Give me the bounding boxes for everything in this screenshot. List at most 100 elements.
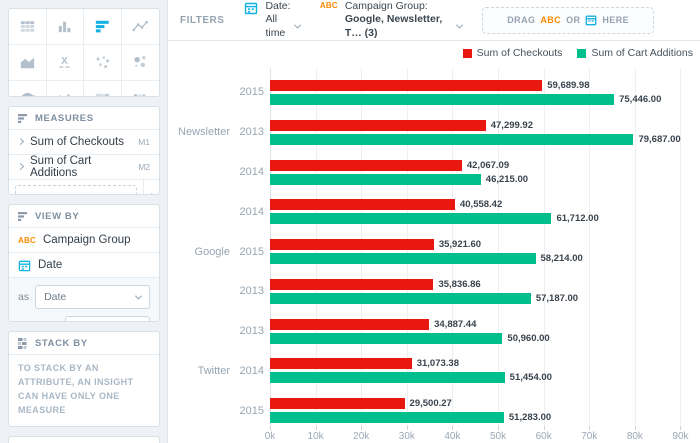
data-label: 51,454.00 [510,372,552,383]
checkouts-bar[interactable] [270,80,542,91]
legend-item-sum-of-checkouts[interactable]: Sum of Checkouts [463,47,563,59]
drop-hint-text: DRAG [507,15,535,25]
table-chart-icon [18,17,37,36]
viz-type-bar-button[interactable] [84,9,122,45]
chevron-right-icon[interactable] [17,138,24,145]
cart-additions-bar[interactable] [270,333,502,344]
view-by-title: VIEW BY [35,211,79,222]
view-by-item-campaign-group[interactable]: ABC Campaign Group [9,227,159,252]
main-area: FILTERS Date: All time ABC Campaign Grou… [168,0,700,443]
group-label: Newsletter [168,108,230,148]
group-label [168,386,230,426]
stack-by-header: STACK BY [9,332,159,354]
row-bars: 40,558.4261,712.00 [270,187,696,227]
measures-dropzone[interactable]: DRAG 123 OR ABC HERE [15,185,137,196]
filters-bar: FILTERS Date: All time ABC Campaign Grou… [168,0,700,41]
view-by-item-date[interactable]: Date [9,252,159,277]
filter-dropzone[interactable]: DRAG ABC OR HERE [482,7,654,34]
bar-chart-icon [18,113,29,124]
measure-tag: M1 [138,137,150,147]
year-label: 2013 [230,267,264,307]
legend-label: Sum of Checkouts [477,47,563,59]
measures-drop-row: DRAG 123 OR ABC HERE + [9,179,159,196]
checkouts-bar[interactable] [270,398,405,409]
bar-line: 35,836.86 [270,279,696,290]
row-bars: 35,836.8657,187.00 [270,267,696,307]
chevron-right-icon[interactable] [17,163,24,170]
checkouts-bar[interactable] [270,120,486,131]
abc-token: ABC [540,15,561,25]
chart-row: 201559,689.9875,446.00 [168,68,696,108]
viz-type-table-button[interactable] [9,9,47,45]
viz-type-line-button[interactable] [122,9,160,45]
cart-additions-bar[interactable] [270,174,481,185]
x-tick-mark [361,426,362,430]
campaign-group-filter[interactable]: ABC Campaign Group: Google, Newsletter, … [320,0,462,40]
selected-value: Date [44,291,66,303]
bar-chart: Sum of Checkouts Sum of Cart Additions 2… [168,41,700,443]
view-by-panel: VIEW BY ABC Campaign Group Date as Date [8,204,160,322]
measure-label: Sum of Checkouts [30,136,124,148]
date-dimension-select[interactable]: Date [35,285,150,309]
analytical-designer: X MEASURES Sum of Checkouts M1 Sum of Ca… [0,0,700,443]
measure-item-sum-of-cart-additions[interactable]: Sum of Cart Additions M2 [9,154,159,179]
viz-type-pie-button[interactable] [9,81,47,97]
cart-additions-bar[interactable] [270,372,505,383]
viz-type-treemap-button[interactable] [84,81,122,97]
cart-additions-bar[interactable] [270,253,536,264]
bar-line: 59,689.98 [270,80,696,91]
x-tick-mark [544,426,545,430]
legend-swatch [577,49,586,58]
add-measure-button[interactable]: + [143,180,159,196]
legend-item-sum-of-cart-additions[interactable]: Sum of Cart Additions [577,47,693,59]
viz-type-headline-button[interactable]: X [47,45,85,81]
x-tick-mark [498,426,499,430]
chart-legend: Sum of Checkouts Sum of Cart Additions [463,47,693,59]
bar-line: 51,454.00 [270,372,696,383]
drop-hint-text: OR [566,15,580,25]
checkouts-bar[interactable] [270,199,455,210]
bar-chart-icon [93,17,112,36]
checkouts-bar[interactable] [270,279,433,290]
cart-additions-bar[interactable] [270,412,504,423]
viz-picker: X [8,8,160,97]
row-bars: 42,067.0946,215.00 [270,148,696,188]
granularity-select[interactable]: Year [65,316,150,322]
chart-row: Twitter201431,073.3851,454.00 [168,346,696,386]
viz-type-bubble-button[interactable] [122,45,160,81]
year-label: 2015 [230,227,264,267]
viz-type-scatter-button[interactable] [84,45,122,81]
chevron-down-icon [135,292,142,299]
cart-additions-bar[interactable] [270,293,531,304]
year-label: 2014 [230,148,264,188]
viz-type-donut-button[interactable] [47,81,85,97]
checkouts-bar[interactable] [270,358,412,369]
stack-grid-icon [18,338,29,349]
cart-additions-bar[interactable] [270,94,614,105]
checkouts-bar[interactable] [270,239,434,250]
viz-type-heatmap-button[interactable] [122,81,160,97]
stack-by-panel: STACK BY TO STACK BY AN ATTRIBUTE, AN IN… [8,331,160,427]
cart-additions-bar[interactable] [270,213,551,224]
chart-row: Google201535,921.6058,214.00 [168,227,696,267]
year-label: 2014 [230,187,264,227]
bar-line: 61,712.00 [270,213,696,224]
year-label: 2013 [230,108,264,148]
date-config: as Date group by Year [9,277,159,322]
next-panel-edge [8,436,160,443]
abc-attribute-icon: ABC [320,1,338,41]
checkouts-bar[interactable] [270,319,429,330]
group-label: Google [168,227,230,267]
filters-label: FILTERS [180,15,224,26]
measure-item-sum-of-checkouts[interactable]: Sum of Checkouts M1 [9,129,159,154]
checkouts-bar[interactable] [270,160,462,171]
group-label [168,187,230,227]
viz-type-column-button[interactable] [47,9,85,45]
bar-line: 46,215.00 [270,174,696,185]
row-bars: 29,500.2751,283.00 [270,386,696,426]
group-label [168,148,230,188]
date-filter[interactable]: Date: All time [244,0,299,40]
filter-value: All time [265,13,289,40]
cart-additions-bar[interactable] [270,134,633,145]
viz-type-area-button[interactable] [9,45,47,81]
